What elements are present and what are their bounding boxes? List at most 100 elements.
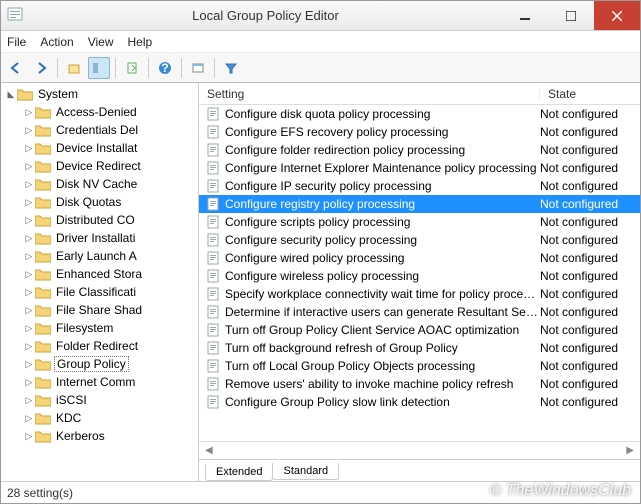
help-button[interactable]: ? (154, 57, 176, 79)
policy-icon (205, 268, 221, 284)
row-name: Configure wired policy processing (225, 251, 540, 265)
list-row[interactable]: Configure Group Policy slow link detecti… (199, 393, 640, 411)
filter-button[interactable] (220, 57, 242, 79)
expand-icon[interactable]: ▷ (23, 233, 35, 244)
tree-node[interactable]: ▷ Credentials Del (1, 121, 198, 139)
tree-node[interactable]: ▷File Classificati (1, 283, 198, 301)
tree-node[interactable]: ▷Group Policy (1, 355, 198, 373)
row-state: Not configured (540, 125, 640, 139)
list-row[interactable]: Configure IP security policy processingN… (199, 177, 640, 195)
expand-icon[interactable]: ▷ (23, 323, 35, 334)
tree-node[interactable]: ▷Driver Installati (1, 229, 198, 247)
row-name: Turn off Local Group Policy Objects proc… (225, 359, 540, 373)
expand-icon[interactable]: ▷ (23, 377, 35, 388)
tree-node[interactable]: ▷KDC (1, 409, 198, 427)
expand-icon[interactable]: ▷ (23, 215, 35, 226)
tree-node[interactable]: ▷Device Redirect (1, 157, 198, 175)
scroll-right-icon[interactable]: ▶ (626, 445, 634, 456)
col-state[interactable]: State (540, 87, 640, 101)
policy-icon (205, 106, 221, 122)
expand-icon[interactable]: ▷ (23, 125, 35, 136)
list-row[interactable]: Configure scripts policy processingNot c… (199, 213, 640, 231)
tree-node[interactable]: ▷Disk NV Cache (1, 175, 198, 193)
tree-node[interactable]: ▷Early Launch A (1, 247, 198, 265)
list-row[interactable]: Configure wireless policy processingNot … (199, 267, 640, 285)
expand-icon[interactable]: ▷ (23, 287, 35, 298)
tree-node[interactable]: ▷Device Installat (1, 139, 198, 157)
list-row[interactable]: Configure registry policy processingNot … (199, 195, 640, 213)
expand-icon[interactable]: ▷ (23, 341, 35, 352)
horizontal-scrollbar[interactable]: ◀ ▶ (199, 441, 640, 459)
tab-extended[interactable]: Extended (205, 464, 273, 481)
properties-button[interactable] (187, 57, 209, 79)
policy-icon (205, 376, 221, 392)
forward-button[interactable] (30, 57, 52, 79)
menu-file[interactable]: File (7, 35, 26, 49)
tree-node[interactable]: ▷ Distributed CO (1, 211, 198, 229)
expand-icon[interactable]: ▷ (23, 395, 35, 406)
expand-icon[interactable]: ▷ (23, 431, 35, 442)
list-row[interactable]: Configure disk quota policy processingNo… (199, 105, 640, 123)
tree-node[interactable]: ▷Enhanced Stora (1, 265, 198, 283)
tree-label: Credentials Del (54, 123, 140, 137)
back-button[interactable] (5, 57, 27, 79)
expand-icon[interactable]: ▷ (23, 179, 35, 190)
expand-icon[interactable]: ▷ (23, 197, 35, 208)
menu-help[interactable]: Help (128, 35, 153, 49)
list-row[interactable]: Configure security policy processingNot … (199, 231, 640, 249)
menu-action[interactable]: Action (40, 35, 73, 49)
list-row[interactable]: Turn off background refresh of Group Pol… (199, 339, 640, 357)
expand-icon[interactable]: ▷ (23, 161, 35, 172)
export-button[interactable] (121, 57, 143, 79)
menu-view[interactable]: View (88, 35, 114, 49)
row-state: Not configured (540, 341, 640, 355)
expand-icon[interactable]: ▷ (23, 359, 35, 370)
tree-node[interactable]: ▷Kerberos (1, 427, 198, 445)
expand-icon[interactable]: ▷ (23, 269, 35, 280)
settings-list[interactable]: Setting State Configure disk quota polic… (199, 83, 640, 441)
tree-node[interactable]: ▷File Share Shad (1, 301, 198, 319)
folder-icon (35, 375, 51, 389)
list-row[interactable]: Configure EFS recovery policy processing… (199, 123, 640, 141)
tree-node-system[interactable]: ◣ System (1, 85, 198, 103)
row-name: Configure Internet Explorer Maintenance … (225, 161, 540, 175)
policy-icon (205, 178, 221, 194)
row-name: Configure registry policy processing (225, 197, 540, 211)
list-row[interactable]: Determine if interactive users can gener… (199, 303, 640, 321)
folder-icon (35, 267, 51, 281)
tree-node[interactable]: ▷iSCSI (1, 391, 198, 409)
list-row[interactable]: Specify workplace connectivity wait time… (199, 285, 640, 303)
expand-icon[interactable]: ▷ (23, 107, 35, 118)
minimize-button[interactable] (502, 1, 548, 30)
tree-node[interactable]: ▷Disk Quotas (1, 193, 198, 211)
tree-node[interactable]: ▷Filesystem (1, 319, 198, 337)
tree-pane[interactable]: ◣ System ▷Access-Denied▷Credentials Del▷… (1, 83, 199, 481)
tab-standard[interactable]: Standard (272, 463, 339, 480)
status-text: 28 setting(s) (7, 486, 73, 500)
list-row[interactable]: Configure wired policy processingNot con… (199, 249, 640, 267)
list-row[interactable]: Remove users' ability to invoke machine … (199, 375, 640, 393)
collapse-icon[interactable]: ◣ (5, 89, 17, 100)
row-name: Specify workplace connectivity wait time… (225, 287, 540, 301)
expand-icon[interactable]: ▷ (23, 413, 35, 424)
show-tree-button[interactable] (88, 57, 110, 79)
tree-label: Distributed CO (54, 213, 137, 227)
tree-node[interactable]: ▷Internet Comm (1, 373, 198, 391)
tree-node[interactable]: ▷Folder Redirect (1, 337, 198, 355)
folder-icon (35, 303, 51, 317)
list-row[interactable]: Turn off Local Group Policy Objects proc… (199, 357, 640, 375)
tree-node[interactable]: ▷Access-Denied (1, 103, 198, 121)
list-row[interactable]: Turn off Group Policy Client Service AOA… (199, 321, 640, 339)
list-row[interactable]: Configure Internet Explorer Maintenance … (199, 159, 640, 177)
folder-icon (35, 213, 51, 227)
expand-icon[interactable]: ▷ (23, 305, 35, 316)
list-row[interactable]: Configure folder redirection policy proc… (199, 141, 640, 159)
up-button[interactable] (63, 57, 85, 79)
col-setting[interactable]: Setting (199, 87, 540, 101)
close-button[interactable] (594, 1, 640, 30)
folder-icon (35, 105, 51, 119)
expand-icon[interactable]: ▷ (23, 251, 35, 262)
maximize-button[interactable] (548, 1, 594, 30)
expand-icon[interactable]: ▷ (23, 143, 35, 154)
scroll-left-icon[interactable]: ◀ (205, 445, 213, 456)
